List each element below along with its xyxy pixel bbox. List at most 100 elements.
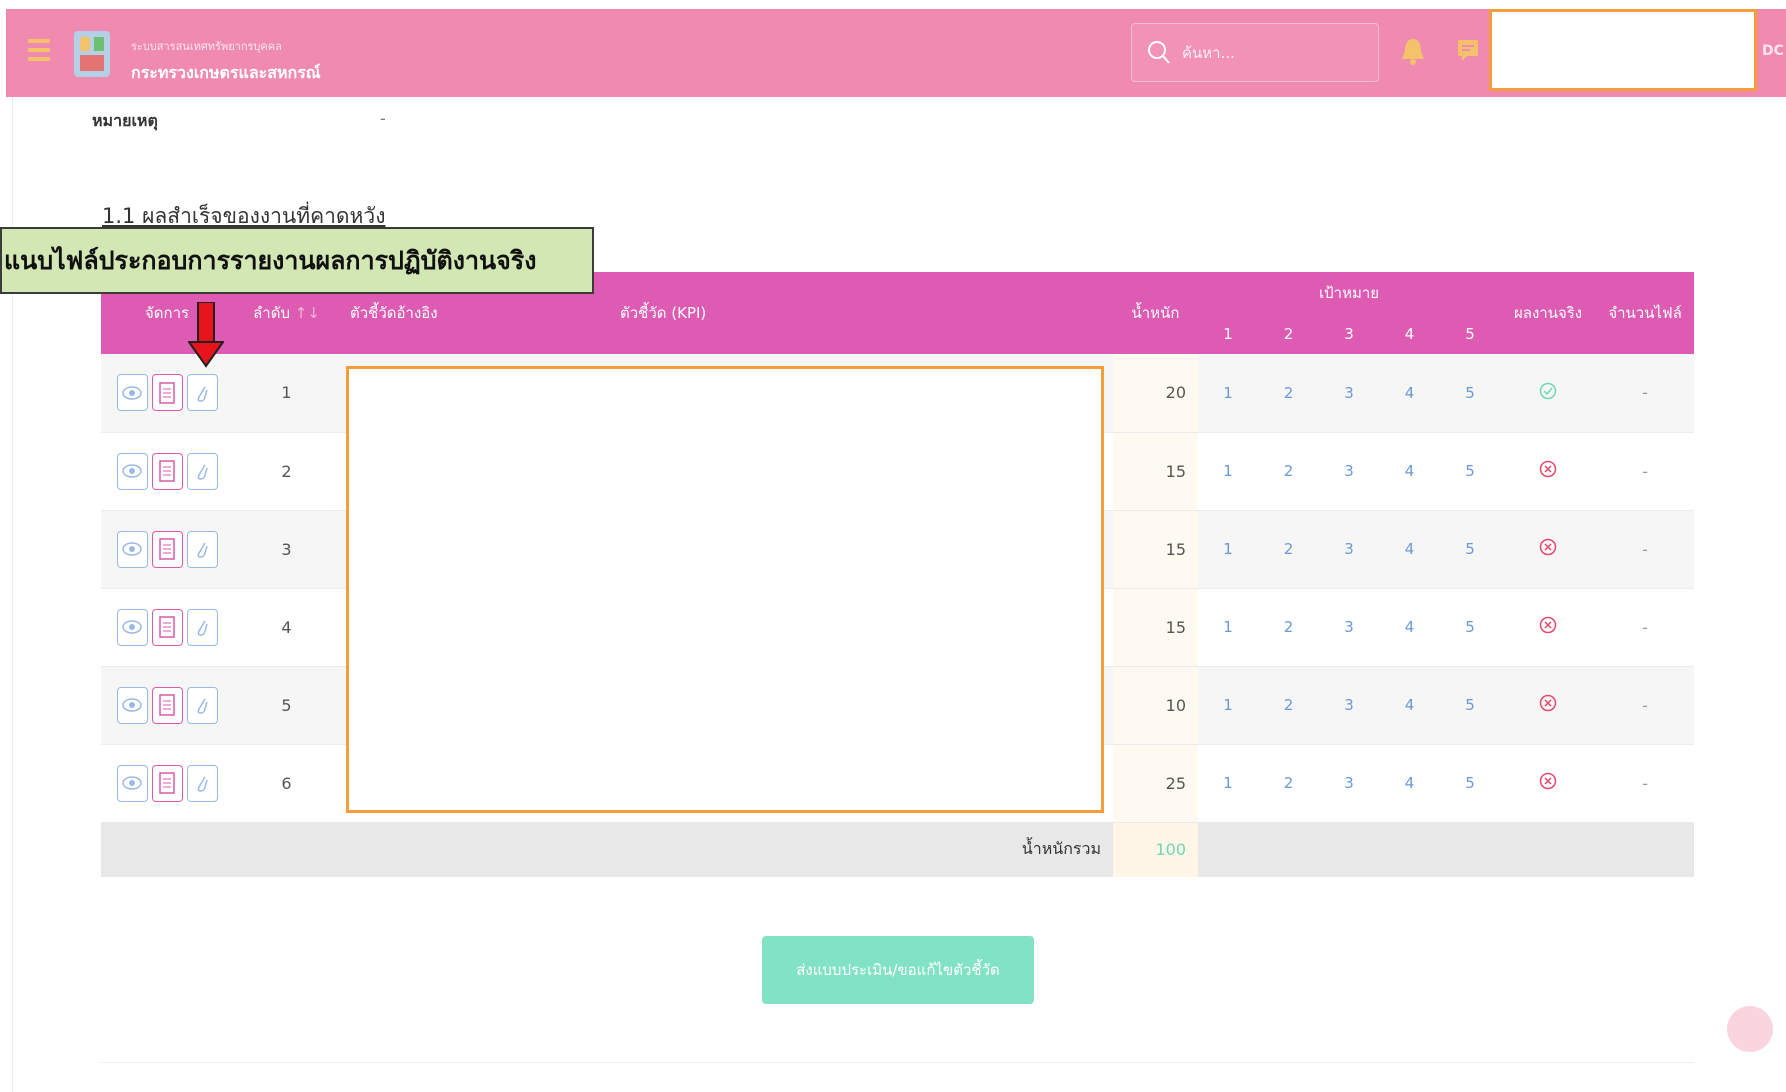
view-button[interactable] xyxy=(116,530,148,568)
row-target-3: 3 xyxy=(1319,588,1379,667)
row-target-5: 5 xyxy=(1440,588,1501,667)
eye-icon xyxy=(122,776,142,790)
document-button[interactable] xyxy=(151,608,183,646)
row-actual-status xyxy=(1500,354,1597,433)
col-kpi: ตัวชี้วัด (KPI) xyxy=(610,272,1113,354)
view-button[interactable] xyxy=(116,764,148,802)
sort-icon[interactable]: ↑↓ xyxy=(295,304,320,322)
attach-file-button[interactable] xyxy=(186,764,218,802)
total-weight-value: 100 xyxy=(1113,822,1198,877)
row-target-3: 3 xyxy=(1319,666,1379,745)
row-actual-status xyxy=(1500,666,1597,745)
view-button[interactable] xyxy=(116,452,148,490)
message-icon[interactable] xyxy=(1456,38,1480,62)
redacted-kpi-content xyxy=(346,366,1104,813)
total-row: น้ำหนักรวม 100 xyxy=(101,822,1695,877)
row-weight: 20 xyxy=(1113,354,1198,433)
col-target-2: 2 xyxy=(1258,314,1319,354)
total-weight-label: น้ำหนักรวม xyxy=(101,822,1113,877)
row-target-2: 2 xyxy=(1258,588,1319,667)
document-button[interactable] xyxy=(151,764,183,802)
x-circle-icon xyxy=(1539,538,1557,556)
hamburger-menu-icon[interactable] xyxy=(28,39,50,65)
document-icon xyxy=(159,538,175,560)
brand-subtitle: ระบบสารสนเทศทรัพยากรบุคคล xyxy=(131,40,282,53)
document-icon xyxy=(159,616,175,638)
row-target-4: 4 xyxy=(1379,588,1440,667)
row-target-5: 5 xyxy=(1440,744,1501,823)
col-target: เป้าหมาย xyxy=(1198,272,1501,314)
row-file-count: - xyxy=(1596,354,1695,433)
document-button[interactable] xyxy=(151,374,183,412)
col-target-4: 4 xyxy=(1379,314,1440,354)
document-button[interactable] xyxy=(151,452,183,490)
row-target-2: 2 xyxy=(1258,744,1319,823)
col-target-1: 1 xyxy=(1198,314,1258,354)
col-file-count: จำนวนไฟล์ xyxy=(1596,272,1695,354)
attach-file-button[interactable] xyxy=(186,374,218,412)
alert-icon[interactable] xyxy=(1400,37,1426,65)
search-icon xyxy=(1148,41,1170,64)
user-initials[interactable]: DC xyxy=(1762,43,1784,59)
eye-icon xyxy=(122,542,142,556)
attach-file-button[interactable] xyxy=(186,608,218,646)
row-actual-status xyxy=(1500,432,1597,511)
row-target-5: 5 xyxy=(1440,666,1501,745)
search-box[interactable] xyxy=(1131,23,1379,82)
row-weight: 10 xyxy=(1113,666,1198,745)
paperclip-icon xyxy=(197,698,208,714)
document-icon xyxy=(159,460,175,482)
row-file-count: - xyxy=(1596,588,1695,667)
row-order: 4 xyxy=(233,588,340,667)
search-input[interactable] xyxy=(1182,38,1362,68)
paperclip-icon xyxy=(197,542,208,558)
row-file-count: - xyxy=(1596,666,1695,745)
row-target-3: 3 xyxy=(1319,432,1379,511)
row-file-count: - xyxy=(1596,510,1695,589)
paperclip-icon xyxy=(197,386,208,402)
col-target-5: 5 xyxy=(1440,314,1501,354)
col-target-3: 3 xyxy=(1319,314,1379,354)
row-target-5: 5 xyxy=(1440,354,1501,433)
row-target-5: 5 xyxy=(1440,510,1501,589)
row-order: 1 xyxy=(233,354,340,433)
row-target-1: 1 xyxy=(1198,744,1258,823)
document-button[interactable] xyxy=(151,686,183,724)
x-circle-icon xyxy=(1539,460,1557,478)
row-target-1: 1 xyxy=(1198,666,1258,745)
attach-file-button[interactable] xyxy=(186,530,218,568)
attach-file-button[interactable] xyxy=(186,686,218,724)
submit-evaluation-button[interactable]: ส่งแบบประเมิน/ขอแก้ไขตัวชี้วัด xyxy=(762,936,1034,1004)
row-file-count: - xyxy=(1596,744,1695,823)
row-target-5: 5 xyxy=(1440,432,1501,511)
eye-icon xyxy=(122,698,142,712)
x-circle-icon xyxy=(1539,616,1557,634)
row-actual-status xyxy=(1500,588,1597,667)
user-profile-redacted[interactable] xyxy=(1489,9,1757,91)
paperclip-icon xyxy=(197,620,208,636)
row-weight: 15 xyxy=(1113,588,1198,667)
row-target-1: 1 xyxy=(1198,588,1258,667)
document-button[interactable] xyxy=(151,530,183,568)
row-order: 2 xyxy=(233,432,340,511)
remark-label: หมายเหตุ xyxy=(92,111,158,130)
row-target-4: 4 xyxy=(1379,354,1440,433)
row-target-2: 2 xyxy=(1258,510,1319,589)
col-actual: ผลงานจริง xyxy=(1500,272,1597,354)
view-button[interactable] xyxy=(116,374,148,412)
col-weight: น้ำหนัก xyxy=(1113,272,1198,354)
attach-file-button[interactable] xyxy=(186,452,218,490)
view-button[interactable] xyxy=(116,686,148,724)
row-target-2: 2 xyxy=(1258,354,1319,433)
row-target-1: 1 xyxy=(1198,510,1258,589)
x-circle-icon xyxy=(1539,694,1557,712)
row-weight: 15 xyxy=(1113,432,1198,511)
eye-icon xyxy=(122,620,142,634)
row-target-2: 2 xyxy=(1258,432,1319,511)
row-target-3: 3 xyxy=(1319,354,1379,433)
row-target-4: 4 xyxy=(1379,432,1440,511)
scroll-top-button[interactable] xyxy=(1727,1006,1773,1052)
document-icon xyxy=(159,382,175,404)
view-button[interactable] xyxy=(116,608,148,646)
annotation-text: แนบไฟล์ประกอบการรายงานผลการปฏิบัติงานจริ… xyxy=(4,245,537,275)
